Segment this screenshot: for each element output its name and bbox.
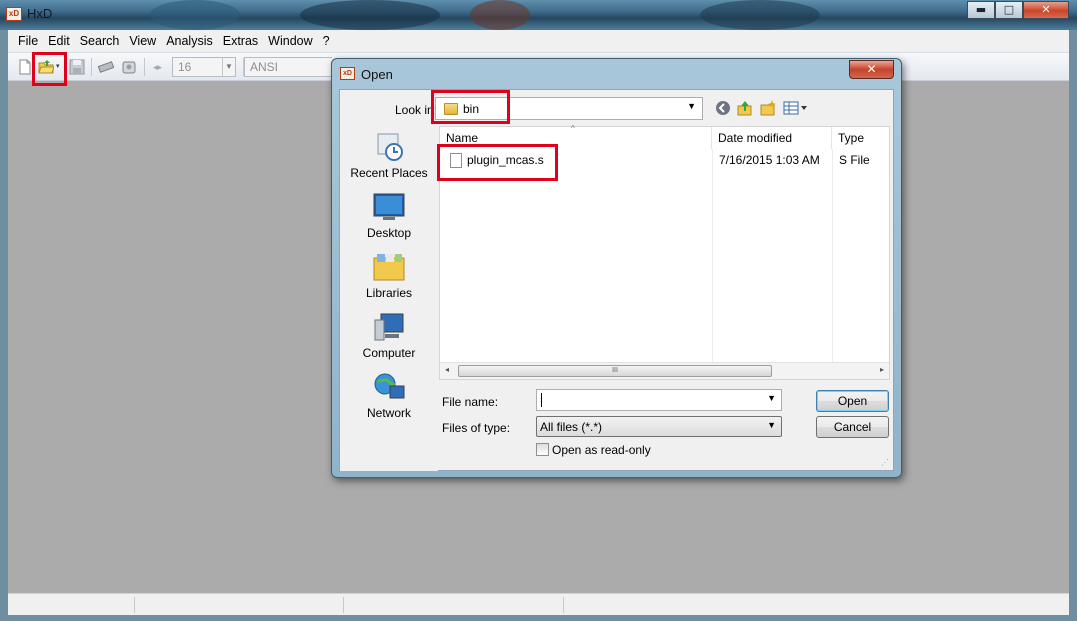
read-only-checkbox[interactable] xyxy=(536,443,549,456)
place-label: Computer xyxy=(362,346,416,360)
place-desktop[interactable]: Desktop xyxy=(340,192,438,248)
place-network[interactable]: Network xyxy=(340,372,438,428)
bytes-per-row-combo[interactable]: 16 ▼ xyxy=(172,57,236,77)
column-divider xyxy=(832,149,833,362)
libraries-icon xyxy=(373,252,405,282)
look-in-label: Look in: xyxy=(395,103,438,117)
maximize-button[interactable]: □ xyxy=(995,1,1023,19)
menu-edit[interactable]: Edit xyxy=(47,32,71,50)
dialog-title: Open xyxy=(361,67,393,82)
scroll-thumb[interactable]: III xyxy=(458,365,772,377)
places-bar: Recent Places Desktop Libraries Computer xyxy=(340,126,438,471)
dialog-close-button[interactable]: ✕ xyxy=(849,60,894,79)
scroll-right-icon[interactable]: ▸ xyxy=(880,365,884,374)
menu-file[interactable]: File xyxy=(17,32,39,50)
dialog-app-icon: xD xyxy=(340,67,355,80)
column-header-date-modified[interactable]: Date modified xyxy=(712,127,832,149)
computer-icon xyxy=(373,312,405,342)
file-date: 7/16/2015 1:03 AM xyxy=(719,153,820,167)
column-label: Name xyxy=(446,131,479,145)
place-label: Libraries xyxy=(365,286,413,300)
menu-search[interactable]: Search xyxy=(79,32,121,50)
open-file-icon[interactable] xyxy=(38,59,55,75)
new-folder-icon[interactable] xyxy=(760,100,776,116)
close-button[interactable]: ✕ xyxy=(1023,1,1069,19)
background-decoration xyxy=(470,0,530,30)
file-name-label: File name: xyxy=(442,395,499,409)
files-of-type-value: All files (*.*) xyxy=(540,420,603,434)
look-in-combo[interactable]: bin ▼ xyxy=(435,97,703,120)
charset-combo[interactable]: ANSI xyxy=(244,57,332,77)
place-label: Recent Places xyxy=(350,166,428,180)
file-name: plugin_mcas.s xyxy=(467,153,544,167)
toolbar-separator xyxy=(144,58,145,76)
open-dialog: xD Open ✕ Look in: bin ▼ Recent Places D… xyxy=(331,58,902,478)
menu-bar: File Edit Search View Analysis Extras Wi… xyxy=(8,30,1069,53)
files-of-type-label: Files of type: xyxy=(442,421,511,435)
status-cell xyxy=(135,597,344,613)
window-title: HxD xyxy=(27,6,53,21)
cancel-button[interactable]: Cancel xyxy=(816,416,889,438)
disk-icon[interactable] xyxy=(121,59,137,75)
sort-ascending-icon: ^ xyxy=(571,124,575,133)
file-type: S File xyxy=(839,153,870,167)
desktop-icon xyxy=(373,192,405,222)
background-decoration xyxy=(300,0,440,30)
open-button[interactable]: Open xyxy=(816,390,889,412)
menu-view[interactable]: View xyxy=(128,32,157,50)
up-folder-icon[interactable] xyxy=(737,100,753,116)
file-icon xyxy=(450,153,462,168)
back-icon[interactable] xyxy=(715,100,731,116)
scroll-left-icon[interactable]: ◂ xyxy=(445,365,449,374)
file-row[interactable]: plugin_mcas.s 7/16/2015 1:03 AM S File xyxy=(440,151,889,170)
menu-window[interactable]: Window xyxy=(267,32,313,50)
main-title-bar: xD HxD ▬ □ ✕ xyxy=(0,0,1077,30)
column-header-type[interactable]: Type xyxy=(832,127,889,149)
chevron-down-icon: ▼ xyxy=(222,58,235,76)
file-list: Name ^ Date modified Type plugin_mcas.s … xyxy=(439,124,890,380)
status-cell xyxy=(8,597,135,613)
place-recent-places[interactable]: Recent Places xyxy=(340,132,438,188)
status-bar xyxy=(8,593,1069,615)
status-cell xyxy=(344,597,564,613)
menu-extras[interactable]: Extras xyxy=(222,32,259,50)
charset-value: ANSI xyxy=(250,60,279,74)
hxd-app-icon: xD xyxy=(6,7,22,21)
place-label: Desktop xyxy=(366,226,412,240)
resize-grip-icon[interactable]: ⋰ xyxy=(881,458,891,468)
place-label: Network xyxy=(366,406,411,420)
column-label: Date modified xyxy=(718,131,793,145)
chevron-down-icon[interactable]: ▾ xyxy=(56,59,64,75)
network-icon xyxy=(373,372,405,402)
text-caret: ​ xyxy=(541,393,542,407)
view-menu-icon[interactable] xyxy=(783,100,809,116)
bytes-per-row-value: 16 xyxy=(178,60,192,74)
chevron-down-icon: ▼ xyxy=(767,393,776,403)
background-decoration xyxy=(150,0,240,30)
new-file-icon[interactable] xyxy=(17,59,33,75)
place-libraries[interactable]: Libraries xyxy=(340,252,438,308)
read-only-label[interactable]: Open as read-only xyxy=(552,443,651,457)
column-header-name[interactable]: Name ^ xyxy=(440,124,712,149)
column-label: Type xyxy=(838,131,865,145)
recent-places-icon xyxy=(373,132,405,162)
bytes-per-row-icon: ◂▸ xyxy=(153,62,163,72)
toolbar-separator xyxy=(91,58,92,76)
look-in-value: bin xyxy=(463,102,480,116)
place-computer[interactable]: Computer xyxy=(340,312,438,368)
chevron-down-icon: ▼ xyxy=(687,101,696,111)
files-of-type-select[interactable]: All files (*.*) ▼ xyxy=(536,416,782,437)
chevron-down-icon: ▼ xyxy=(767,420,776,430)
save-icon[interactable] xyxy=(69,59,85,75)
column-divider xyxy=(712,149,713,362)
ram-chip-icon[interactable] xyxy=(97,59,115,75)
menu-help[interactable]: ? xyxy=(322,32,331,50)
file-name-input[interactable]: ​ ▼ xyxy=(536,389,782,411)
folder-icon xyxy=(444,103,458,115)
menu-analysis[interactable]: Analysis xyxy=(165,32,214,50)
dialog-body: Look in: bin ▼ Recent Places Desktop Lib… xyxy=(339,89,894,471)
horizontal-scrollbar[interactable]: ◂ III ▸ xyxy=(440,362,889,379)
minimize-button[interactable]: ▬ xyxy=(967,1,995,19)
background-decoration xyxy=(700,0,820,30)
